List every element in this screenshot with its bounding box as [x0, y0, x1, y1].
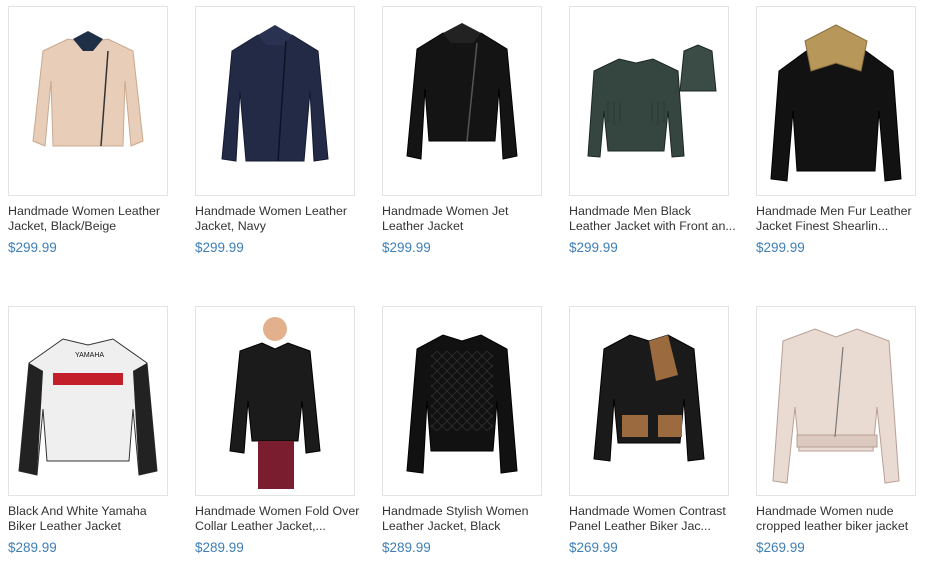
product-title[interactable]: Handmade Women nude cropped leather biker… — [756, 504, 925, 534]
product-price: $289.99 — [195, 540, 244, 555]
product-image[interactable] — [756, 6, 916, 196]
product-price: $289.99 — [8, 540, 57, 555]
product-price: $269.99 — [569, 540, 618, 555]
product-title[interactable]: Handmade Men Black Leather Jacket with Fr… — [569, 204, 741, 234]
product-title[interactable]: Handmade Women Fold Over Collar Leather J… — [195, 504, 367, 534]
product-price: $269.99 — [756, 540, 805, 555]
product-title[interactable]: Handmade Men Fur Leather Jacket Finest Sh… — [756, 204, 925, 234]
product-title[interactable]: Handmade Stylish Women Leather Jacket, Bl… — [382, 504, 554, 534]
product-image[interactable] — [569, 6, 729, 196]
product-price: $299.99 — [756, 240, 805, 255]
product-image[interactable] — [382, 6, 542, 196]
product-image[interactable] — [8, 6, 168, 196]
svg-text:YAMAHA: YAMAHA — [75, 352, 104, 359]
product-title[interactable]: Handmade Women Contrast Panel Leather Bik… — [569, 504, 741, 534]
product-title[interactable]: Handmade Women Leather Jacket, Navy — [195, 204, 367, 234]
product-image[interactable] — [382, 306, 542, 496]
product-image[interactable] — [195, 306, 355, 496]
product-image[interactable] — [195, 6, 355, 196]
product-image[interactable] — [569, 306, 729, 496]
product-image[interactable] — [756, 306, 916, 496]
product-price: $299.99 — [382, 240, 431, 255]
product-price: $299.99 — [569, 240, 618, 255]
product-title[interactable]: Black And White Yamaha Biker Leather Jack… — [8, 504, 180, 534]
product-title[interactable]: Handmade Women Leather Jacket, Black/Beig… — [8, 204, 180, 234]
product-title[interactable]: Handmade Women Jet Leather Jacket — [382, 204, 554, 234]
product-price: $289.99 — [382, 540, 431, 555]
product-price: $299.99 — [8, 240, 57, 255]
product-image[interactable]: YAMAHA — [8, 306, 168, 496]
product-price: $299.99 — [195, 240, 244, 255]
